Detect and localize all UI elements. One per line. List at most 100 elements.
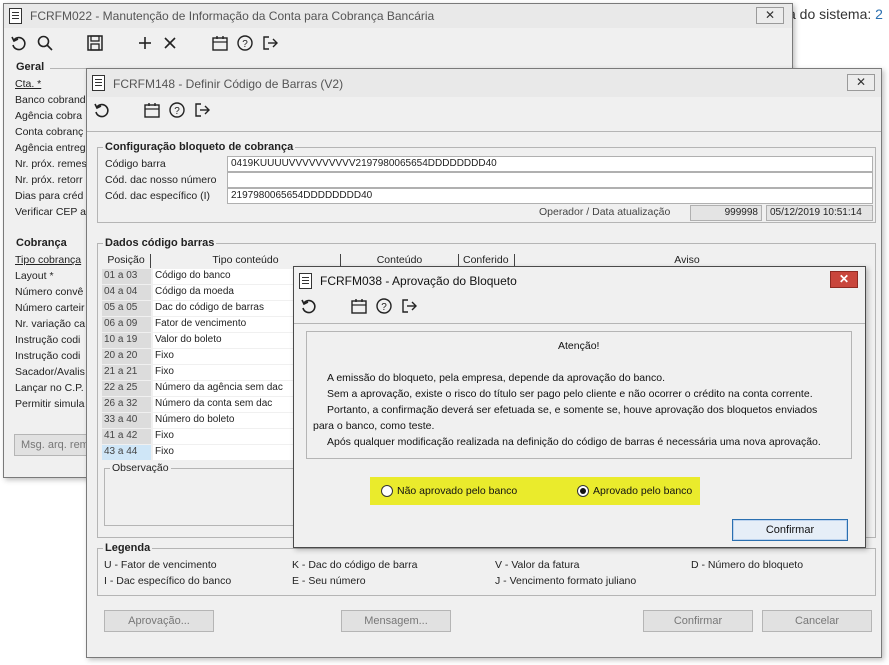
label-numero-convenio: Número convê bbox=[15, 286, 84, 298]
table-row[interactable]: 10 a 19 Valor do boleto bbox=[102, 333, 300, 349]
close-button[interactable]: ✕ bbox=[847, 74, 875, 91]
radio-nao-aprovado-label[interactable]: Não aprovado pelo banco bbox=[397, 485, 517, 497]
codigo-barra-field[interactable]: 0419KUUUUVVVVVVVVVV2197980065654DDDDDDDD… bbox=[227, 156, 873, 172]
legend-j: J - Vencimento formato juliano bbox=[495, 575, 637, 587]
svg-text:?: ? bbox=[381, 302, 387, 313]
remove-icon[interactable] bbox=[161, 34, 179, 58]
group-geral-title: Geral bbox=[14, 61, 47, 73]
label-layout: Layout * bbox=[15, 270, 54, 282]
message-heading: Atenção! bbox=[558, 340, 600, 352]
table-row[interactable]: 33 a 40 Número do boleto bbox=[102, 413, 300, 429]
cancelar-button[interactable]: Cancelar bbox=[762, 610, 872, 632]
toolbar: ? bbox=[87, 101, 881, 129]
table-row[interactable]: 04 a 04 Código da moeda bbox=[102, 285, 300, 301]
message-line-1: A emissão do bloqueto, pela empresa, dep… bbox=[327, 372, 665, 384]
exit-icon[interactable] bbox=[400, 297, 418, 321]
refresh-icon[interactable] bbox=[10, 34, 28, 58]
window-title: FCRFM148 - Definir Código de Barras (V2) bbox=[113, 77, 344, 91]
table-row[interactable]: 20 a 20 Fixo bbox=[102, 349, 300, 365]
table-row[interactable]: 41 a 42 Fixo bbox=[102, 429, 300, 445]
legend-d: D - Número do bloqueto bbox=[691, 559, 804, 571]
label-permitir-simulacao: Permitir simula bbox=[15, 398, 85, 410]
refresh-icon[interactable] bbox=[300, 297, 318, 321]
row-tipo-conteudo: Número do boleto bbox=[153, 413, 298, 428]
message-line-3: Portanto, a confirmação deverá ser efetu… bbox=[327, 404, 818, 416]
config-group-title: Configuração bloqueto de cobrança bbox=[103, 141, 296, 153]
msg-arq-remessa-button[interactable]: Msg. arq. rem bbox=[14, 434, 94, 456]
svg-text:?: ? bbox=[174, 106, 180, 117]
exit-icon[interactable] bbox=[193, 101, 211, 125]
row-posicao: 43 a 44 bbox=[102, 445, 151, 460]
message-line-2: Sem a aprovação, existe o risco do títul… bbox=[327, 388, 813, 400]
row-tipo-conteudo: Fixo bbox=[153, 365, 298, 380]
table-row[interactable]: 06 a 09 Fator de vencimento bbox=[102, 317, 300, 333]
label-sacador: Sacador/Avalis bbox=[15, 366, 85, 378]
confirmar-button[interactable]: Confirmar bbox=[643, 610, 753, 632]
label-banco-cobranca: Banco cobrand bbox=[15, 94, 86, 106]
background-label: a do sistema: bbox=[788, 6, 872, 22]
label-numero-carteira: Número carteir bbox=[15, 302, 85, 314]
row-posicao: 04 a 04 bbox=[102, 285, 151, 300]
row-posicao: 10 a 19 bbox=[102, 333, 151, 348]
search-icon[interactable] bbox=[36, 34, 54, 58]
legend-e: E - Seu número bbox=[292, 575, 366, 587]
radio-nao-aprovado[interactable] bbox=[381, 485, 393, 497]
save-icon[interactable] bbox=[86, 34, 104, 58]
cod-dac-especifico-field[interactable]: 2197980065654DDDDDDDD40 bbox=[227, 188, 873, 204]
cod-dac-especifico-label: Cód. dac específico (I) bbox=[105, 190, 211, 202]
label-agencia-cobranca: Agência cobra bbox=[15, 110, 83, 122]
mensagem-button[interactable]: Mensagem... bbox=[341, 610, 451, 632]
table-row[interactable]: 01 a 03 Código do banco bbox=[102, 269, 300, 285]
table-row[interactable]: 05 a 05 Dac do código de barras bbox=[102, 301, 300, 317]
message-line-4: para o banco, como teste. bbox=[313, 420, 435, 432]
legenda-frame bbox=[97, 548, 876, 596]
row-tipo-conteudo: Valor do boleto bbox=[153, 333, 298, 348]
exit-icon[interactable] bbox=[261, 34, 279, 58]
row-posicao: 41 a 42 bbox=[102, 429, 151, 444]
label-nr-prox-remessa: Nr. próx. remes bbox=[15, 158, 87, 170]
codigo-barra-label: Código barra bbox=[105, 158, 166, 170]
refresh-icon[interactable] bbox=[93, 101, 111, 125]
row-tipo-conteudo: Fixo bbox=[153, 349, 298, 364]
legend-k: K - Dac do código de barra bbox=[292, 559, 418, 571]
radio-aprovado[interactable] bbox=[577, 485, 589, 497]
column-header-posicao[interactable]: Posição bbox=[102, 254, 151, 268]
operador-field: 999998 bbox=[690, 205, 762, 221]
dialog-confirm-button[interactable]: Confirmar bbox=[732, 519, 848, 541]
radio-aprovado-label[interactable]: Aprovado pelo banco bbox=[593, 485, 692, 497]
observacao-label: Observação bbox=[110, 462, 171, 474]
document-icon bbox=[299, 273, 312, 289]
dialog-toolbar: ? bbox=[294, 297, 865, 325]
group-cobranca-title: Cobrança bbox=[14, 237, 69, 249]
help-icon[interactable]: ? bbox=[236, 34, 254, 58]
close-button[interactable]: ✕ bbox=[830, 271, 858, 288]
help-icon[interactable]: ? bbox=[375, 297, 393, 321]
table-row[interactable]: 22 a 25 Número da agência sem dac bbox=[102, 381, 300, 397]
label-verificar-cep: Verificar CEP a bbox=[15, 206, 87, 218]
window-title: FCRFM022 - Manutenção de Informação da C… bbox=[30, 9, 435, 23]
calendar-icon[interactable] bbox=[211, 34, 229, 58]
row-posicao: 20 a 20 bbox=[102, 349, 151, 364]
help-icon[interactable]: ? bbox=[168, 101, 186, 125]
table-row[interactable]: 43 a 44 Fixo bbox=[102, 445, 300, 461]
calendar-icon[interactable] bbox=[143, 101, 161, 125]
add-icon[interactable] bbox=[136, 34, 154, 58]
row-tipo-conteudo: Código da moeda bbox=[153, 285, 298, 300]
dialog-titlebar: FCRFM038 - Aprovação do Bloqueto ✕ bbox=[294, 267, 865, 293]
cod-dac-nosso-numero-label: Cód. dac nosso número bbox=[105, 174, 217, 186]
table-row[interactable]: 26 a 32 Número da conta sem dac bbox=[102, 397, 300, 413]
observacao-frame bbox=[104, 468, 304, 526]
aprovacao-button[interactable]: Aprovação... bbox=[104, 610, 214, 632]
row-posicao: 05 a 05 bbox=[102, 301, 151, 316]
dialog-aprovacao-bloqueto: FCRFM038 - Aprovação do Bloqueto ✕ ? Ate… bbox=[293, 266, 866, 548]
calendar-icon[interactable] bbox=[350, 297, 368, 321]
label-tipo-cobranca: Tipo cobrança bbox=[15, 254, 82, 266]
table-row[interactable]: 21 a 21 Fixo bbox=[102, 365, 300, 381]
legend-u: U - Fator de vencimento bbox=[104, 559, 217, 571]
divider bbox=[50, 68, 90, 69]
operador-data-label: Operador / Data atualização bbox=[539, 206, 671, 218]
cod-dac-nosso-numero-field[interactable] bbox=[227, 172, 873, 188]
data-atualizacao-field: 05/12/2019 10:51:14 bbox=[766, 205, 873, 221]
label-agencia-entrega: Agência entreg bbox=[15, 142, 86, 154]
close-button[interactable]: ✕ bbox=[756, 7, 784, 24]
